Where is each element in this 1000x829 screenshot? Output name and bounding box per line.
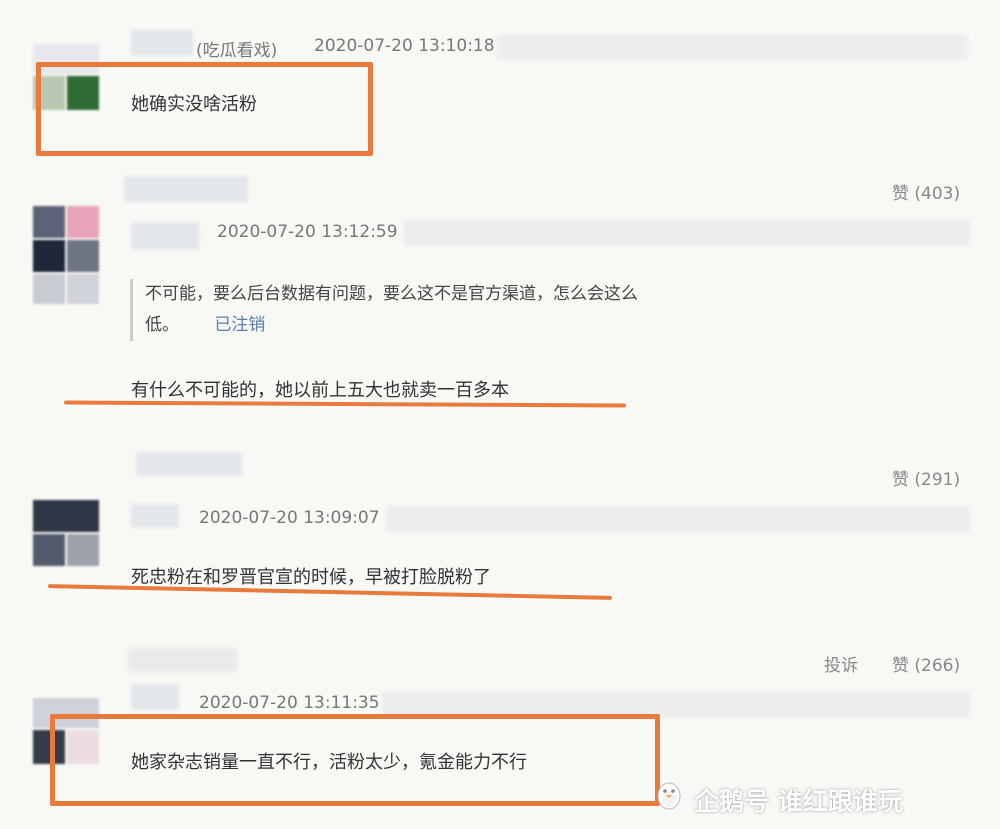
comment-text: 有什么不可能的，她以前上五大也就卖一百多本: [131, 380, 509, 401]
comment-timestamp: 2020-07-20 13:10:18: [314, 36, 495, 56]
like-button[interactable]: 赞 (291): [892, 465, 960, 490]
comment-timestamp: 2020-07-20 13:11:35: [199, 693, 380, 713]
reply-blur: [124, 176, 248, 202]
header-bar: [404, 220, 970, 246]
like-button[interactable]: 赞 (403): [892, 179, 960, 204]
username-blur: [131, 504, 179, 528]
header-bar: [496, 34, 968, 60]
reply-blur: [128, 648, 238, 672]
like-button[interactable]: 赞 (266): [892, 651, 960, 676]
username-blur: [131, 684, 179, 710]
reply-blur: [136, 452, 242, 476]
quote-line-2: 低。: [145, 315, 179, 335]
report-button[interactable]: 投诉: [824, 651, 858, 676]
penguin-logo-icon: [657, 782, 681, 810]
username-blur: [131, 30, 193, 56]
header-bar: [386, 506, 970, 532]
highlight-box: [50, 714, 660, 806]
username-blur: [131, 223, 199, 249]
comment-timestamp: 2020-07-20 13:12:59: [217, 222, 398, 242]
deleted-status[interactable]: 已注销: [214, 315, 265, 335]
highlight-underline: [63, 400, 627, 408]
quote-line-1: 不可能，要么后台数据有问题，要么这不是官方渠道，怎么会这么: [145, 284, 638, 304]
quoted-comment: 不可能，要么后台数据有问题，要么这不是官方渠道，怎么会这么 低。 已注销: [130, 279, 638, 341]
comment-username[interactable]: (吃瓜看戏): [196, 36, 277, 61]
comment-timestamp: 2020-07-20 13:09:07: [199, 508, 380, 528]
avatar[interactable]: [33, 500, 99, 566]
avatar[interactable]: [33, 206, 99, 304]
highlight-box: [36, 62, 373, 156]
watermark-text: 企鹅号 谁红跟谁玩: [694, 787, 903, 816]
comment-text: 死忠粉在和罗晋官宣的时候，早被打脸脱粉了: [131, 567, 491, 588]
